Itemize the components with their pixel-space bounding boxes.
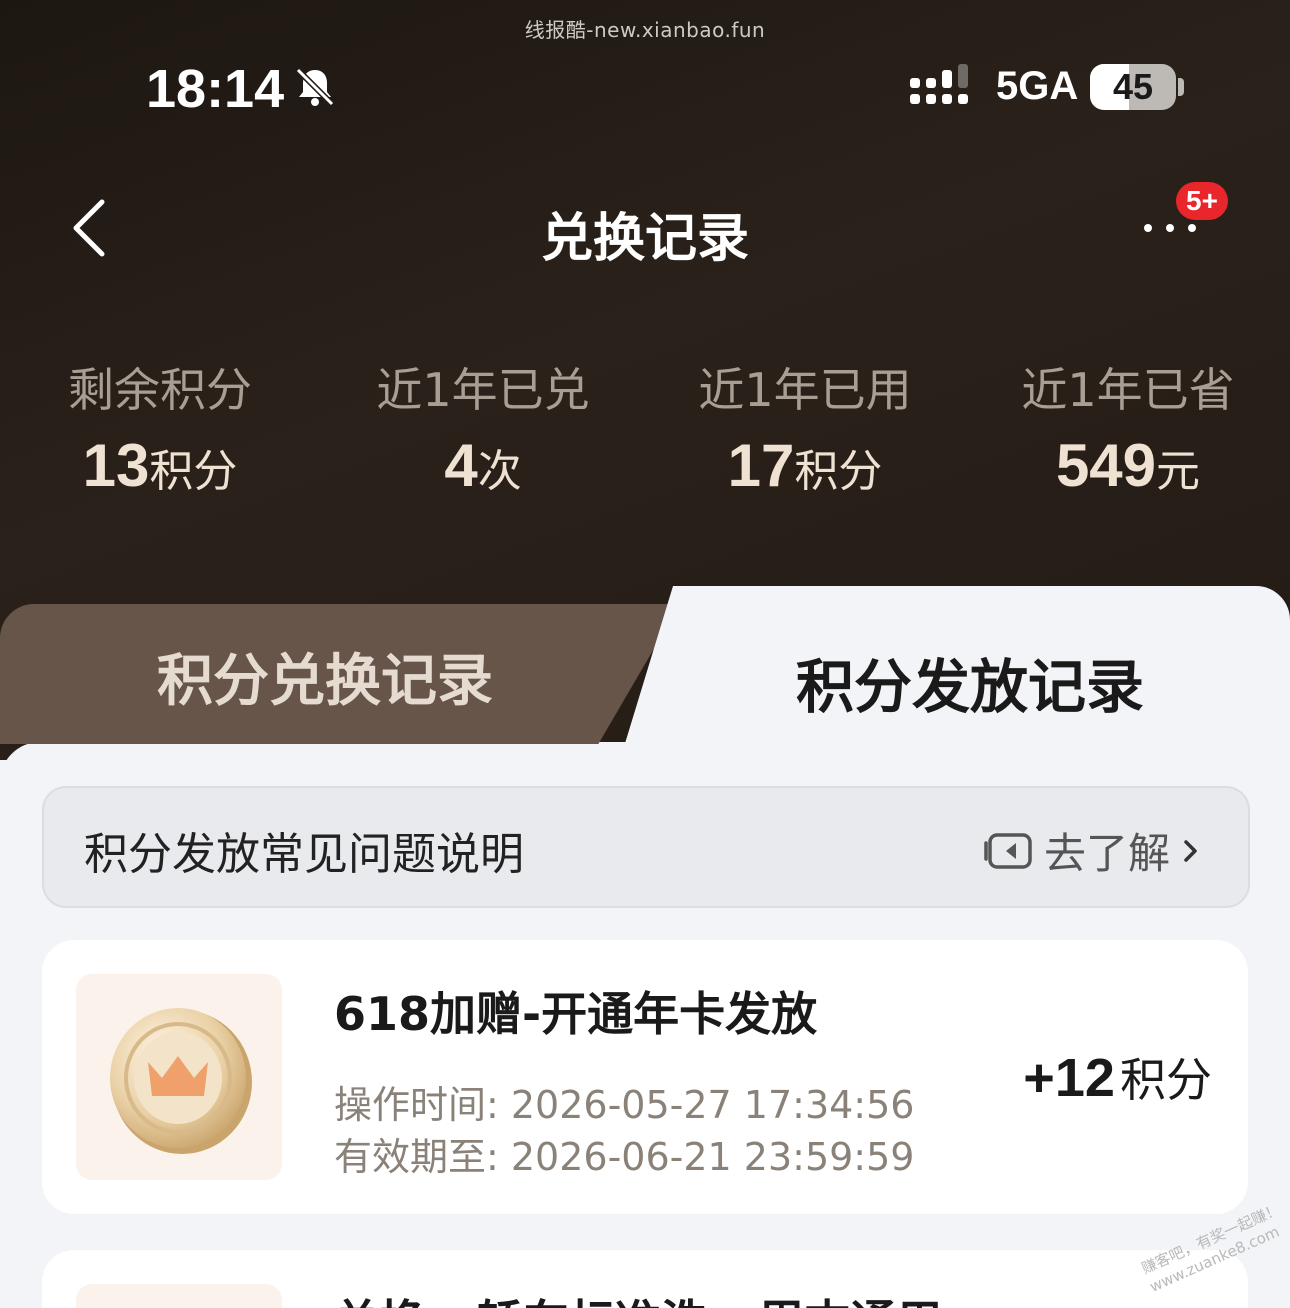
stat-redeemed-count: 近1年已兑 4次 — [333, 360, 633, 513]
stat-label: 剩余积分 — [68, 363, 252, 417]
record-title: 618加赠-开通年卡发放 — [334, 987, 818, 1041]
points-amount: +12 — [1023, 1048, 1115, 1108]
stat-unit: 次 — [477, 446, 522, 497]
more-dots-icon — [1188, 224, 1196, 232]
tab-redemption-records-label[interactable]: 积分兑换记录 — [0, 636, 650, 717]
stat-number: 17 — [727, 432, 795, 499]
bell-off-icon — [295, 67, 335, 107]
points-unit: 积分 — [1120, 1053, 1212, 1107]
stat-label: 近1年已用 — [698, 363, 912, 417]
status-time: 18:14 — [146, 59, 285, 119]
record-card[interactable]: 兑换 - 轿车标准洗 - 周末通用 — [42, 1250, 1248, 1308]
notification-badge: 5+ — [1176, 182, 1228, 220]
stat-value: 17积分 — [655, 434, 955, 513]
stat-saved-amount: 近1年已省 549元 — [978, 360, 1278, 513]
stat-label: 近1年已省 — [1021, 363, 1235, 417]
battery-nub — [1178, 78, 1184, 96]
stat-label: 近1年已兑 — [376, 363, 590, 417]
record-operation-time: 操作时间: 2026-05-27 17:34:56 — [334, 1083, 915, 1127]
more-dots-icon — [1144, 224, 1152, 232]
record-points: +12 积分 — [1023, 1044, 1212, 1110]
battery-icon: 45 — [1090, 64, 1176, 110]
stat-remaining-points: 剩余积分 13积分 — [10, 360, 310, 513]
stat-value: 13积分 — [10, 434, 310, 513]
stat-value: 549元 — [978, 434, 1278, 513]
coin-thumbnail — [76, 974, 282, 1180]
stat-unit: 积分 — [794, 446, 883, 497]
tab-issuance-records-label[interactable]: 积分发放记录 — [660, 640, 1280, 724]
stat-number: 4 — [444, 432, 478, 499]
record-thumbnail — [76, 1284, 282, 1308]
top-watermark: 线报酷-new.xianbao.fun — [524, 18, 766, 42]
battery-level: 45 — [1112, 66, 1154, 107]
faq-learn-more-link[interactable]: 去了解 — [984, 820, 1202, 881]
page-title: 兑换记录 — [540, 209, 749, 269]
stat-used-points: 近1年已用 17积分 — [655, 360, 955, 513]
signal-icon — [910, 64, 968, 104]
stat-unit: 元 — [1156, 446, 1201, 497]
faq-banner[interactable]: 积分发放常见问题说明 去了解 — [42, 786, 1250, 908]
record-card[interactable]: 618加赠-开通年卡发放 操作时间: 2026-05-27 17:34:56 有… — [42, 940, 1248, 1214]
record-expiry-time: 有效期至: 2026-06-21 23:59:59 — [334, 1135, 915, 1179]
faq-link-text[interactable]: 去了解 — [1044, 820, 1170, 881]
gold-coin-crown-icon — [110, 1008, 252, 1154]
record-title: 兑换 - 轿车标准洗 - 周末通用 — [334, 1286, 942, 1308]
video-play-icon — [984, 832, 1032, 869]
more-dots-icon — [1166, 224, 1174, 232]
chevron-right-icon — [1184, 839, 1197, 862]
stat-number: 549 — [1055, 432, 1157, 499]
stat-unit: 积分 — [149, 446, 238, 497]
stat-number: 13 — [82, 432, 150, 499]
faq-title: 积分发放常见问题说明 — [84, 829, 524, 880]
network-type: 5GA — [996, 64, 1079, 108]
stat-value: 4次 — [333, 434, 633, 513]
